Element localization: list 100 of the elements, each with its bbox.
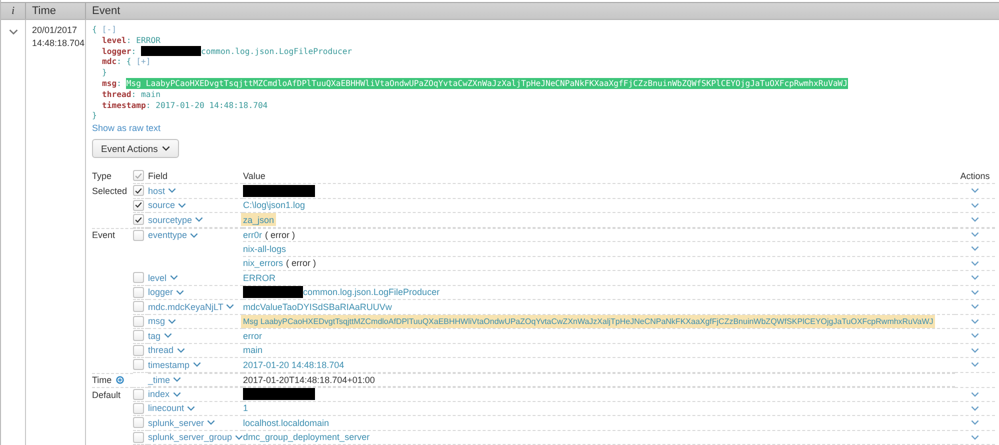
chevron-down-icon[interactable] <box>170 275 178 280</box>
field-value[interactable]: mdcValueTaoDYISdSBaRIAaRUUVw <box>243 302 392 312</box>
checkbox[interactable] <box>133 301 144 312</box>
chevron-down-icon[interactable] <box>178 202 186 208</box>
json-key: level <box>102 34 126 46</box>
chevron-down-icon[interactable] <box>971 202 979 208</box>
chevron-down-icon[interactable] <box>971 275 979 280</box>
chevron-down-icon[interactable] <box>971 392 979 397</box>
field-name[interactable]: msg <box>148 316 166 326</box>
add-circle-icon[interactable] <box>116 376 124 384</box>
chevron-down-icon[interactable] <box>971 434 979 440</box>
chevron-down-icon[interactable] <box>176 348 185 353</box>
chevron-down-icon[interactable] <box>971 333 979 338</box>
chevron-down-icon[interactable] <box>192 362 201 368</box>
chevron-down-icon[interactable] <box>226 304 234 310</box>
field-name[interactable]: splunk_server <box>148 418 204 428</box>
field-value[interactable]: Msg LaabyPCaoHXEDvgtTsqjttMZCmdloAfDPlTuuQXaEBHHWliVtaOndwUPaZOqYvtaCwZXnWaJzXaljTpHeJNeCNPaNkFKXaaXgfFjCZzBnuinWbZQWfSKPlCEYOjgJaTuOXFcpRwmhxRuVaWJ <box>241 314 936 328</box>
chevron-down-icon[interactable] <box>176 290 184 295</box>
checkbox[interactable] <box>133 185 144 196</box>
field-value[interactable]: localhost.localdomain <box>243 418 330 428</box>
chevron-down-icon[interactable] <box>971 260 979 266</box>
chevron-down-icon[interactable] <box>235 434 243 440</box>
field-value[interactable]: main <box>243 345 263 356</box>
checkbox[interactable] <box>133 214 144 226</box>
checkbox[interactable] <box>133 402 144 414</box>
collapse-icon[interactable] <box>8 29 18 35</box>
caret-icon <box>162 146 170 152</box>
checkbox[interactable] <box>133 330 144 342</box>
field-name[interactable]: eventtype <box>148 230 188 240</box>
field-value[interactable]: ERROR <box>243 272 276 283</box>
field-name[interactable]: mdc.mdcKeyaNjLT <box>148 302 224 312</box>
field-name[interactable]: sourcetype <box>148 214 192 225</box>
json-value: main <box>141 88 160 100</box>
field-name[interactable]: level <box>148 272 167 283</box>
time-column-header[interactable]: Time <box>32 5 56 17</box>
field-value[interactable]: za_json <box>241 213 276 226</box>
checkbox[interactable] <box>133 286 144 298</box>
field-name[interactable]: thread <box>148 345 174 356</box>
chevron-down-icon[interactable] <box>971 304 979 310</box>
json-key: mdc <box>102 56 117 68</box>
checkbox[interactable] <box>133 230 144 241</box>
checkbox[interactable] <box>133 316 144 327</box>
chevron-down-icon[interactable] <box>195 217 204 222</box>
field-value: 2017-01-20T14:48:18.704+01:00 <box>243 374 375 385</box>
field-value[interactable]: common.log.json.LogFileProducer <box>303 287 440 298</box>
json-value: Msg LaabyPCaoHXEDvgtTsqjttMZCmdloAfDPlTuuQXaEBHHWliVtaOndwUPaZOqYvtaCwZXnWaJzXaljTpHeJNeCNPaNkFKXaaXgfFjCZzBnuinWbZQWfSKPlCEYOjgJaTuOXFcpRwmhxRuVaWJ <box>126 78 848 89</box>
colon: : <box>116 56 122 68</box>
chevron-down-icon[interactable] <box>173 377 182 382</box>
field-type-label: Time <box>92 375 112 386</box>
field-name[interactable]: linecount <box>148 403 184 414</box>
chevron-down-icon[interactable] <box>207 420 216 426</box>
json-value: ERROR <box>136 34 160 46</box>
field-value[interactable]: err0r <box>243 230 262 240</box>
brace: { <box>126 56 132 68</box>
json-key: logger <box>102 46 132 56</box>
chevron-down-icon[interactable] <box>971 246 979 252</box>
raw-text-link[interactable]: Show as raw text <box>92 123 161 134</box>
chevron-down-icon[interactable] <box>971 232 979 238</box>
chevron-down-icon[interactable] <box>971 318 979 324</box>
field-value[interactable]: nix_errors <box>243 258 284 268</box>
collapse-toggle[interactable]: [-] <box>102 24 116 35</box>
json-key: msg <box>102 78 117 89</box>
field-value[interactable]: nix-all-logs <box>243 244 286 254</box>
field-name[interactable]: tag <box>148 330 161 341</box>
chevron-down-icon[interactable] <box>971 420 979 426</box>
chevron-down-icon[interactable] <box>971 290 979 295</box>
checkbox[interactable] <box>133 170 144 182</box>
chevron-down-icon[interactable] <box>971 406 979 411</box>
chevron-down-icon[interactable] <box>971 362 979 368</box>
field-name[interactable]: host <box>148 186 166 196</box>
chevron-down-icon[interactable] <box>190 232 198 238</box>
field-value[interactable]: 2017-01-20 14:48:18.704 <box>243 360 344 370</box>
field-name[interactable]: logger <box>148 287 174 298</box>
chevron-down-icon[interactable] <box>971 217 979 222</box>
field-name[interactable]: splunk_server_group <box>148 432 232 442</box>
checkbox[interactable] <box>133 200 144 211</box>
chevron-down-icon[interactable] <box>971 188 979 194</box>
checkbox[interactable] <box>133 359 144 370</box>
chevron-down-icon[interactable] <box>168 188 176 194</box>
field-name[interactable]: index <box>148 389 170 400</box>
checkbox[interactable] <box>133 344 144 356</box>
field-name[interactable]: timestamp <box>148 360 190 370</box>
checkbox[interactable] <box>133 388 144 400</box>
field-name[interactable]: source <box>148 200 176 210</box>
chevron-down-icon[interactable] <box>971 348 979 353</box>
field-name[interactable]: _time <box>148 374 170 385</box>
value-column-header: Value <box>243 170 266 181</box>
field-value[interactable]: error <box>243 330 262 341</box>
checkbox[interactable] <box>133 272 144 284</box>
field-value[interactable]: dmc_group_deployment_server <box>243 432 370 442</box>
field-type-label: Event <box>92 230 116 240</box>
field-value[interactable]: C:\log\json1.log <box>243 200 306 210</box>
checkbox[interactable] <box>133 432 144 443</box>
colon: : <box>146 100 152 110</box>
field-value[interactable]: 1 <box>243 403 248 414</box>
expand-toggle[interactable]: [+] <box>136 56 151 68</box>
event-actions-button[interactable]: Event Actions <box>92 139 179 158</box>
chevron-down-icon[interactable] <box>164 333 172 338</box>
chevron-down-icon[interactable] <box>168 318 176 324</box>
checkbox[interactable] <box>133 417 144 428</box>
